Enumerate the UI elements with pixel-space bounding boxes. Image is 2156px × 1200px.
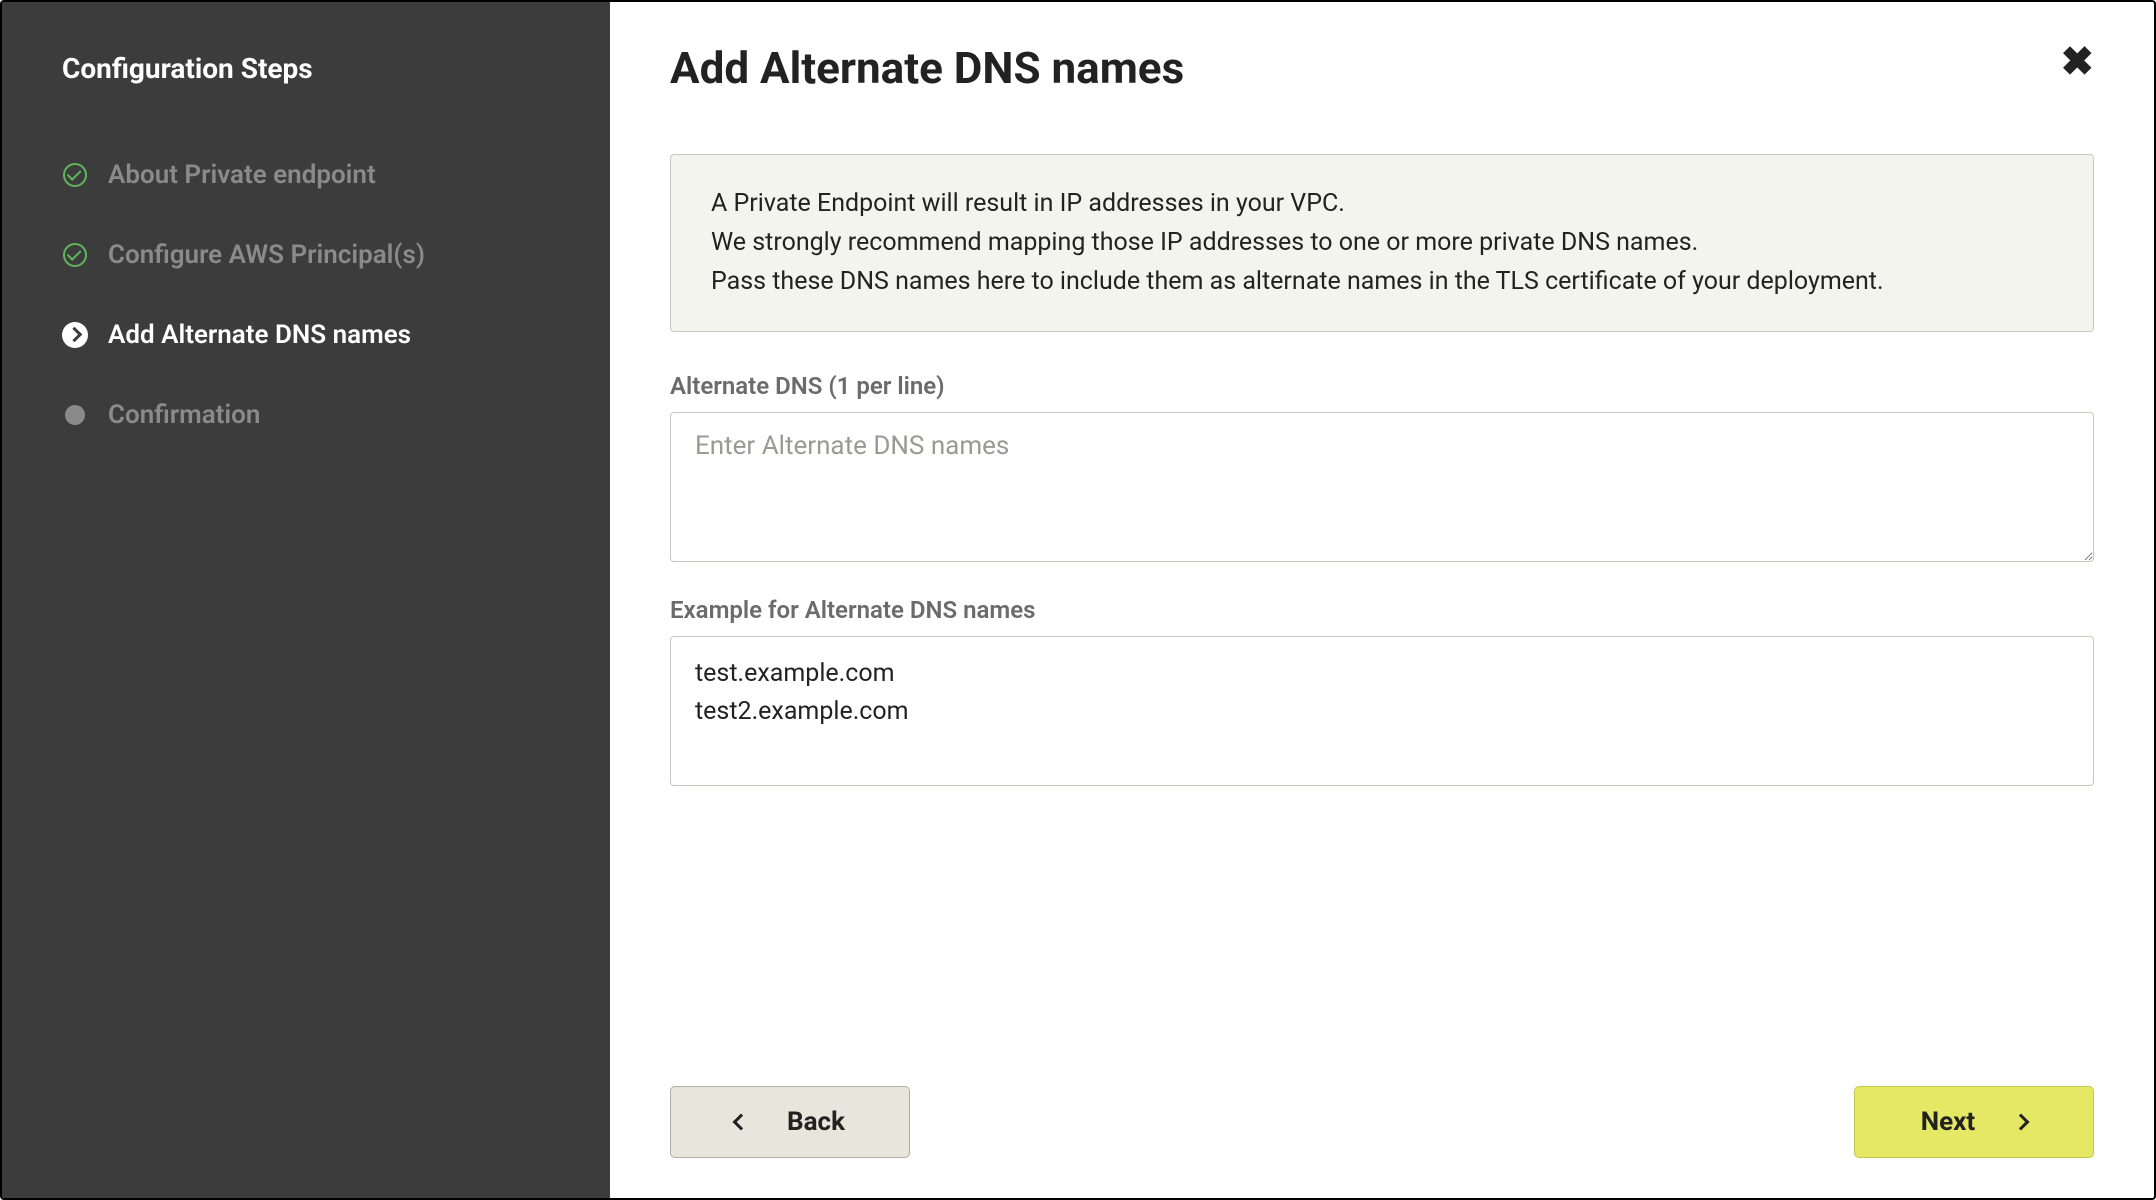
step-list: About Private endpoint Configure AWS Pri… [62, 135, 550, 455]
alternate-dns-input[interactable] [670, 412, 2094, 562]
step-add-alternate-dns-names[interactable]: Add Alternate DNS names [62, 295, 550, 375]
back-button[interactable]: Back [670, 1086, 910, 1158]
step-confirmation[interactable]: Confirmation [62, 375, 550, 455]
step-configure-aws-principals[interactable]: Configure AWS Principal(s) [62, 215, 550, 295]
next-button[interactable]: Next [1854, 1086, 2094, 1158]
button-row: Back Next [670, 986, 2094, 1158]
step-about-private-endpoint[interactable]: About Private endpoint [62, 135, 550, 215]
alternate-dns-group: Alternate DNS (1 per line) [670, 372, 2094, 566]
wizard-dialog: Configuration Steps About Private endpoi… [0, 0, 2156, 1200]
example-dns-group: Example for Alternate DNS names test.exa… [670, 596, 2094, 786]
sidebar-title: Configuration Steps [62, 52, 550, 85]
example-dns-box: test.example.com test2.example.com [670, 636, 2094, 786]
close-icon: ✖ [2060, 40, 2094, 84]
back-button-label: Back [787, 1107, 845, 1137]
step-label: Configure AWS Principal(s) [108, 240, 425, 270]
example-dns-label: Example for Alternate DNS names [670, 596, 2094, 624]
page-title: Add Alternate DNS names [670, 42, 1184, 94]
alternate-dns-label: Alternate DNS (1 per line) [670, 372, 2094, 400]
info-box: A Private Endpoint will result in IP add… [670, 154, 2094, 332]
step-label: Add Alternate DNS names [108, 320, 411, 350]
chevron-left-icon [733, 1114, 750, 1131]
sidebar: Configuration Steps About Private endpoi… [2, 2, 610, 1198]
main-content: Add Alternate DNS names ✖ A Private Endp… [610, 2, 2154, 1198]
chevron-right-icon [2013, 1114, 2030, 1131]
close-button[interactable]: ✖ [2060, 42, 2094, 82]
step-label: Confirmation [108, 400, 260, 430]
main-header: Add Alternate DNS names ✖ [670, 42, 2094, 94]
arrow-right-circle-icon [62, 322, 88, 348]
next-button-label: Next [1921, 1107, 1975, 1137]
check-circle-icon [62, 242, 88, 268]
dot-icon [62, 402, 88, 428]
step-label: About Private endpoint [108, 160, 376, 190]
check-circle-icon [62, 162, 88, 188]
